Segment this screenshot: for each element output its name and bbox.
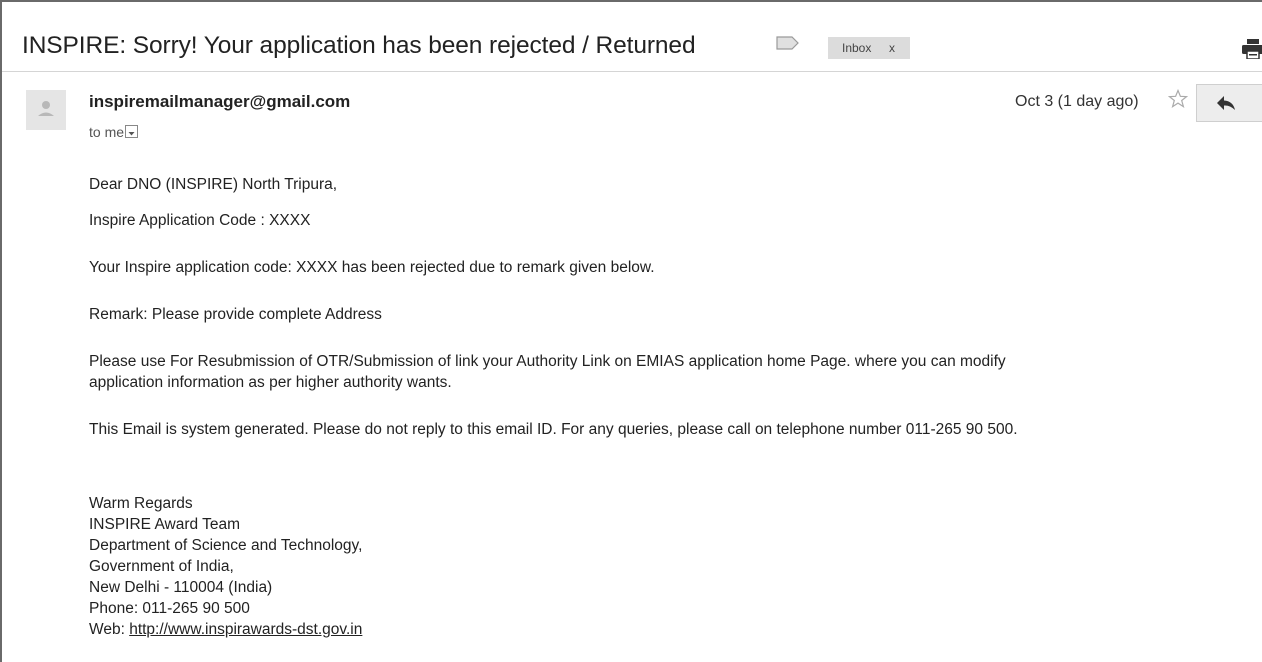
signature-web: Web: http://www.inspirawards-dst.gov.in	[89, 619, 362, 640]
remark-text: Remark: Please provide complete Address	[89, 306, 382, 323]
person-icon	[38, 101, 54, 116]
recipient-details-toggle[interactable]	[125, 125, 138, 138]
application-code-text: Inspire Application Code : XXXX	[89, 212, 311, 229]
signature-address: New Delhi - 110004 (India)	[89, 579, 273, 596]
chevron-down-icon	[128, 132, 135, 136]
signature-government: Government of India,	[89, 558, 234, 575]
email-date: Oct 3 (1 day ago)	[1015, 93, 1139, 110]
subject-bar: INSPIRE: Sorry! Your application has bee…	[2, 2, 1262, 72]
email-subject: INSPIRE: Sorry! Your application has bee…	[22, 32, 696, 59]
inbox-label-text: Inbox	[842, 41, 872, 55]
signature-team: INSPIRE Award Team	[89, 516, 241, 533]
web-prefix: Web:	[89, 621, 130, 638]
inbox-label-chip[interactable]: Inbox x	[828, 37, 910, 59]
remove-label-button[interactable]: x	[889, 37, 895, 59]
signature-closing: Warm Regards	[89, 495, 193, 512]
reply-arrow-icon	[1217, 96, 1235, 110]
star-outline-icon[interactable]	[1167, 88, 1189, 114]
instruction-line-1: Please use For Resubmission of OTR/Submi…	[89, 353, 1006, 370]
signature-phone: Phone: 011-265 90 500	[89, 600, 250, 617]
label-tag-icon[interactable]	[776, 36, 800, 55]
recipient-text: to me	[89, 124, 125, 140]
print-icon[interactable]	[1242, 39, 1262, 64]
sender-avatar	[26, 90, 66, 130]
rejection-text: Your Inspire application code: XXXX has …	[89, 259, 655, 276]
greeting-text: Dear DNO (INSPIRE) North Tripura,	[89, 176, 338, 193]
sender-email[interactable]: inspiremailmanager@gmail.com	[89, 92, 350, 112]
reply-button[interactable]	[1196, 84, 1262, 122]
system-note-text: This Email is system generated. Please d…	[89, 421, 1018, 438]
instruction-line-2: application information as per higher au…	[89, 374, 452, 391]
website-link[interactable]: http://www.inspirawards-dst.gov.in	[129, 621, 362, 638]
signature-department: Department of Science and Technology,	[89, 537, 363, 554]
